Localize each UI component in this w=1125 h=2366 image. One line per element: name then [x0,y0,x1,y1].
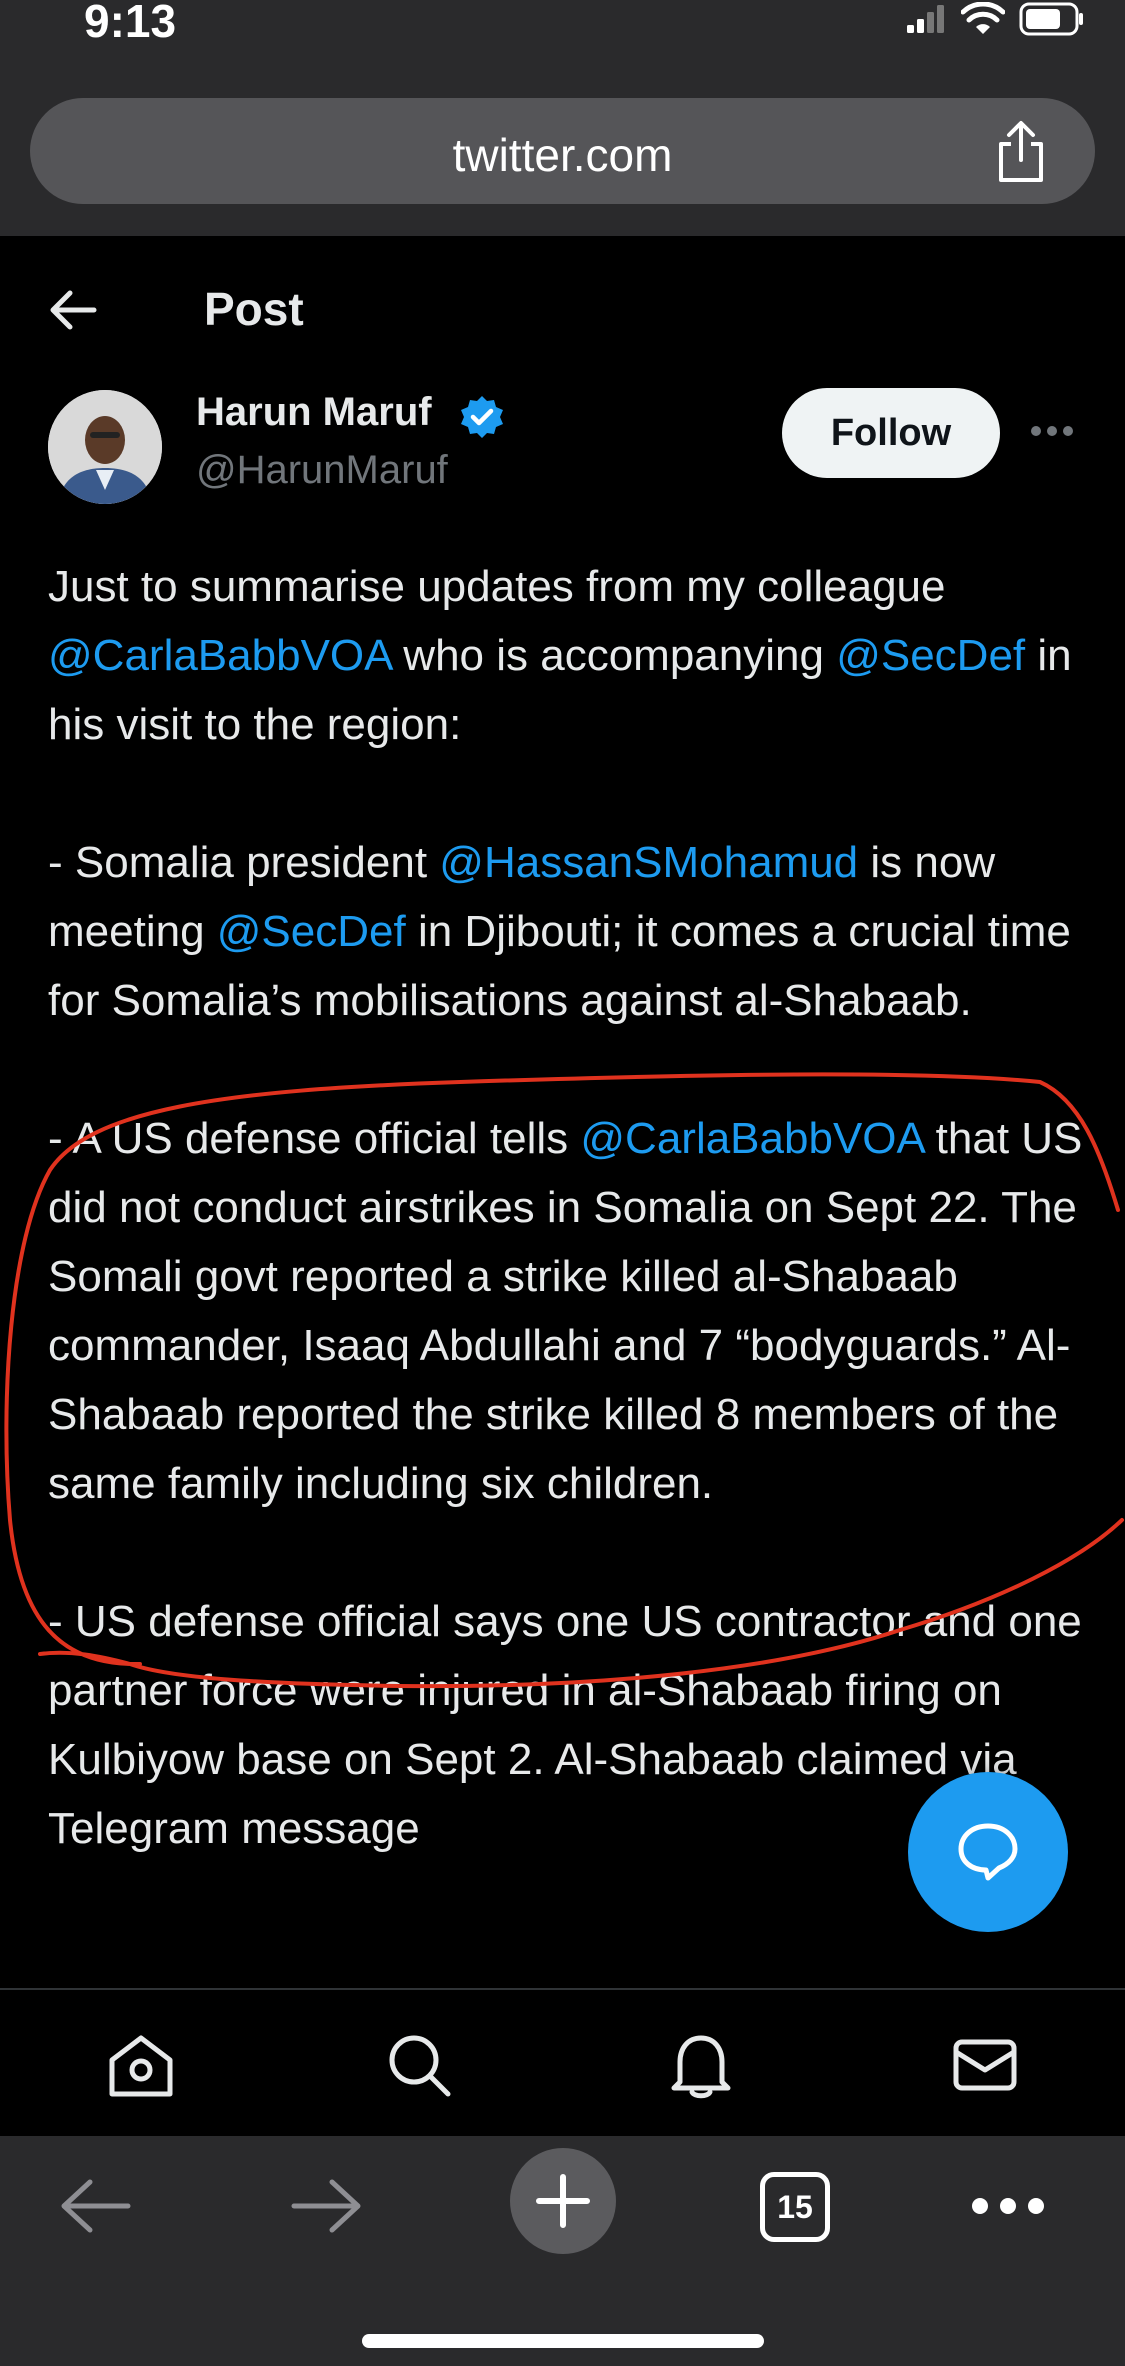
back-arrow-icon[interactable] [48,288,98,332]
avatar[interactable] [48,390,162,504]
search-icon[interactable] [384,2030,454,2100]
url-text: twitter.com [452,129,673,181]
tweet-paragraph: - Somalia president @HassanSMohamud is n… [48,838,1071,1025]
page-title: Post [204,283,304,335]
battery-icon [1019,2,1083,36]
status-icons [907,2,1085,36]
reply-fab[interactable] [908,1772,1068,1932]
status-bar: 9:13 [0,0,1125,90]
author-name[interactable]: Harun Maruf [196,390,432,435]
messages-envelope-icon[interactable] [950,2030,1020,2100]
follow-button[interactable]: Follow [782,388,1000,478]
mention-link[interactable]: @CarlaBabbVOA [580,1114,923,1163]
post-header: Post [0,236,1125,386]
home-icon[interactable] [106,2030,176,2100]
home-indicator [362,2334,764,2348]
author-handle[interactable]: @HarunMaruf [196,448,448,493]
more-options-icon[interactable] [1030,424,1074,438]
browser-forward-icon[interactable] [290,2176,364,2236]
browser-toolbar: 15 [0,2136,1125,2366]
mention-link[interactable]: @HassanSMohamud [439,838,858,887]
wifi-icon [961,2,1005,34]
new-tab-button[interactable] [510,2148,616,2254]
chat-bubble-icon [958,1823,1018,1881]
mention-link[interactable]: @SecDef [836,631,1025,680]
tweet-paragraph: Just to summarise updates from my collea… [48,562,1072,749]
app-tab-bar [0,1988,1125,2136]
plus-icon [536,2174,590,2228]
mention-link[interactable]: @SecDef [217,907,406,956]
signal-icon [907,5,944,33]
tweet-paragraph: - A US defense official tells @CarlaBabb… [48,1114,1083,1508]
address-bar[interactable]: twitter.com [30,98,1095,204]
browser-back-icon[interactable] [58,2176,132,2236]
tweet-body: Just to summarise updates from my collea… [48,552,1088,1982]
share-icon[interactable] [991,120,1051,184]
notifications-bell-icon[interactable] [666,2030,736,2100]
tabs-count-button[interactable]: 15 [760,2172,830,2242]
verified-badge-icon [461,396,503,438]
mention-link[interactable]: @CarlaBabbVOA [48,631,391,680]
browser-top-bar: twitter.com [0,90,1125,236]
status-time: 9:13 [84,0,177,47]
browser-more-icon[interactable] [970,2194,1046,2218]
